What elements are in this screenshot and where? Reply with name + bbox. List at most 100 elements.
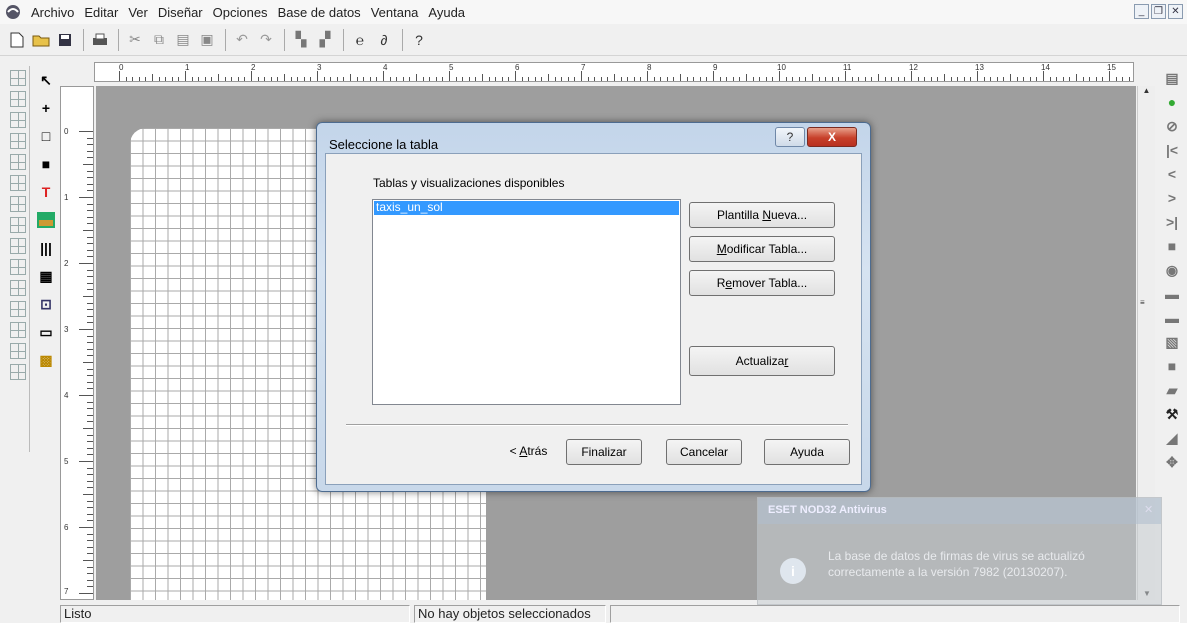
new-template-button[interactable]: Plantilla Nueva... [689, 202, 835, 228]
bring-front-icon[interactable]: ▚ [290, 29, 312, 51]
rectangle-tool-icon[interactable]: □ [35, 125, 57, 147]
list-item[interactable]: taxis_un_sol [374, 201, 679, 215]
remove-table-button[interactable]: Remover Tabla... [689, 270, 835, 296]
grid-layout-icon[interactable] [10, 133, 26, 149]
grid-layout-icon[interactable] [10, 217, 26, 233]
grid-layout-icon[interactable] [10, 196, 26, 212]
ruler-tick [977, 71, 978, 81]
restore-button[interactable]: ❐ [1151, 4, 1166, 19]
last-record-icon[interactable]: >| [1163, 213, 1181, 231]
move-icon[interactable]: ✥ [1163, 453, 1181, 471]
ruler-tick [845, 71, 846, 81]
grid-layout-icon[interactable] [10, 280, 26, 296]
next-record-icon[interactable]: > [1163, 189, 1181, 207]
dialog-close-button[interactable]: X [807, 127, 857, 147]
properties-icon[interactable]: ▤ [1163, 69, 1181, 87]
dialog-help-button[interactable]: ? [775, 127, 805, 147]
hammer-icon[interactable]: ⚒ [1163, 405, 1181, 423]
first-record-icon[interactable]: |< [1163, 141, 1181, 159]
grid-layout-icon[interactable] [10, 364, 26, 380]
notification-close-button[interactable]: ✕ [1144, 503, 1153, 516]
menu-ayuda[interactable]: Ayuda [423, 5, 470, 20]
minimize-button[interactable]: _ [1134, 4, 1149, 19]
block-icon[interactable]: ■ [1163, 357, 1181, 375]
send-back-icon[interactable]: ▞ [314, 29, 336, 51]
help-button[interactable]: Ayuda [764, 439, 850, 465]
grid-layout-icon[interactable] [10, 91, 26, 107]
pointer-tool-icon[interactable]: ↖ [35, 69, 57, 91]
grid-layout-icon[interactable] [10, 175, 26, 191]
text-tool-icon[interactable]: T [35, 181, 57, 203]
new-file-icon[interactable] [6, 29, 28, 51]
unlink-icon[interactable]: ∂ [373, 29, 395, 51]
chip-tool-icon[interactable]: ▩ [35, 349, 57, 371]
menu-disenar[interactable]: Diseñar [153, 5, 208, 20]
ruler-tick [627, 77, 629, 81]
menu-ver[interactable]: Ver [123, 5, 153, 20]
ruler-tick [680, 74, 681, 81]
field-tool-icon[interactable]: ⊡ [35, 293, 57, 315]
grid-layout-icon[interactable] [10, 112, 26, 128]
cancel-button[interactable]: Cancelar [666, 439, 742, 465]
grid-layout-icon[interactable] [10, 301, 26, 317]
menu-archivo[interactable]: Archivo [26, 5, 79, 20]
qr-code-tool-icon[interactable]: ▦ [35, 265, 57, 287]
copy-icon[interactable]: ⧉ [148, 29, 170, 51]
print-icon[interactable] [89, 29, 111, 51]
image-tool-icon[interactable] [35, 209, 57, 231]
crosshair-tool-icon[interactable]: + [35, 97, 57, 119]
open-folder-icon[interactable] [30, 29, 52, 51]
ruler-tick [79, 527, 93, 528]
barcode-tool-icon[interactable]: ||| [35, 237, 57, 259]
grid-layout-icon[interactable] [10, 343, 26, 359]
status-extra [610, 605, 1180, 623]
menu-opciones[interactable]: Opciones [208, 5, 273, 20]
grid-layout-icon[interactable] [10, 70, 26, 86]
grid-layout-icon[interactable] [10, 259, 26, 275]
filled-rectangle-tool-icon[interactable]: ■ [35, 153, 57, 175]
menu-editar[interactable]: Editar [79, 5, 123, 20]
ruler-tick [449, 71, 450, 81]
back-button[interactable]: < Atrás [491, 439, 566, 465]
button-accelerator: N [762, 208, 771, 222]
antivirus-notification[interactable]: ESET NOD32 Antivirus ✕ i La base de dato… [757, 497, 1162, 605]
menu-base-de-datos[interactable]: Base de datos [273, 5, 366, 20]
ruler-label: 4 [64, 391, 69, 400]
button-label: odificar Tabla... [726, 242, 808, 256]
modify-table-button[interactable]: Modificar Tabla... [689, 236, 835, 262]
layer-down-icon[interactable]: ▬ [1163, 309, 1181, 327]
ruler-tick [574, 77, 576, 81]
refresh-button[interactable]: Actualizar [689, 346, 835, 376]
close-button[interactable]: ✕ [1168, 4, 1183, 19]
zoom-icon[interactable]: ◉ [1163, 261, 1181, 279]
paste-icon[interactable]: ▤ [172, 29, 194, 51]
align-icon[interactable]: ▧ [1163, 333, 1181, 351]
ruler-tick [87, 447, 93, 449]
menu-ventana[interactable]: Ventana [366, 5, 424, 20]
page-icon[interactable]: ■ [1163, 237, 1181, 255]
save-icon[interactable] [54, 29, 76, 51]
ruler-tick [765, 77, 767, 81]
undo-icon[interactable]: ↶ [231, 29, 253, 51]
scroll-up-icon[interactable]: ▲ [1138, 86, 1155, 95]
cut-icon[interactable]: ✂ [124, 29, 146, 51]
filter-icon[interactable]: ⊘ [1163, 117, 1181, 135]
tables-listbox[interactable]: taxis_un_sol [372, 199, 681, 405]
ruler-tick [87, 249, 93, 251]
database-icon[interactable]: ● [1163, 93, 1181, 111]
grid-layout-icon[interactable] [10, 322, 26, 338]
redo-icon[interactable]: ↷ [255, 29, 277, 51]
link-icon[interactable]: ℮ [349, 29, 371, 51]
grid-layout-icon[interactable] [10, 238, 26, 254]
paste-special-icon[interactable]: ▣ [196, 29, 218, 51]
card-tool-icon[interactable]: ▭ [35, 321, 57, 343]
help-icon[interactable]: ? [408, 29, 430, 51]
print-preview-icon[interactable]: ▰ [1163, 381, 1181, 399]
grid-layout-icon[interactable] [10, 154, 26, 170]
layer-icon[interactable]: ▬ [1163, 285, 1181, 303]
ruler-tick [409, 77, 411, 81]
finish-button[interactable]: Finalizar [566, 439, 642, 465]
resize-icon[interactable]: ◢ [1163, 429, 1181, 447]
previous-record-icon[interactable]: < [1163, 165, 1181, 183]
scroll-thumb-grip-icon[interactable]: ≡ [1140, 298, 1145, 307]
